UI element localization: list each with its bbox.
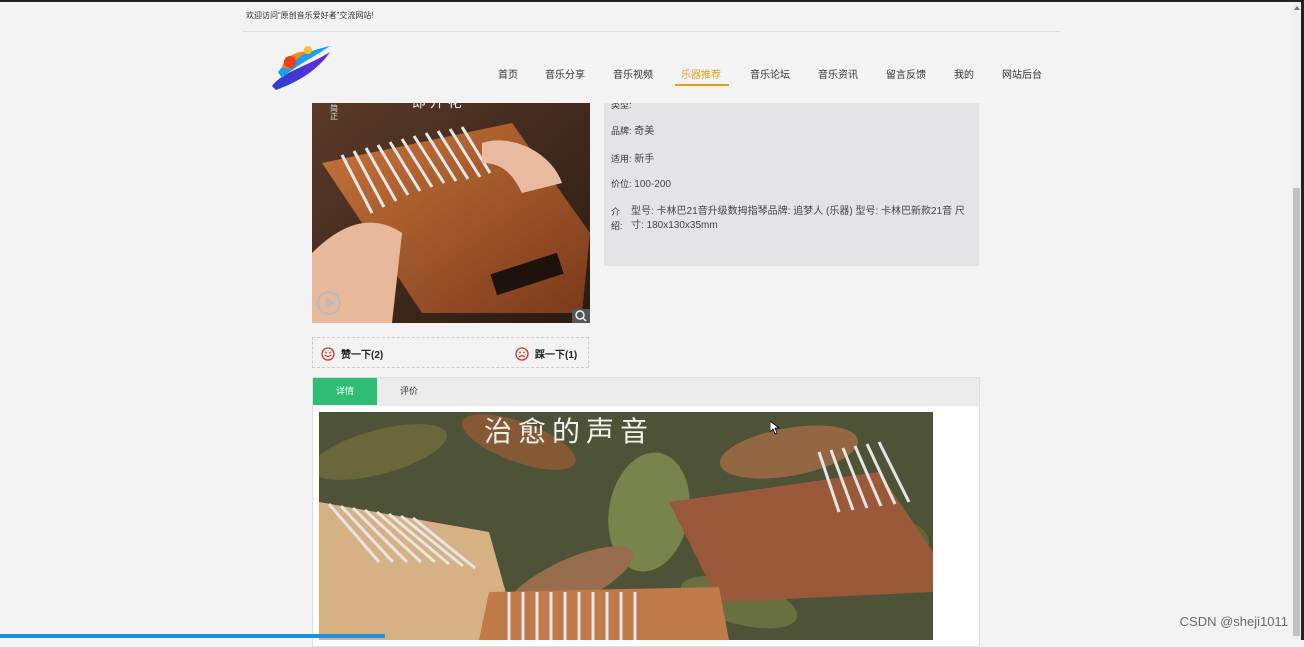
dislike-button[interactable]: 踩一下(1) [515, 346, 577, 361]
page-load-progress [0, 634, 385, 638]
window-top-border [0, 0, 1304, 2]
info-row-brand: 品牌: 奇美 [611, 126, 655, 137]
svg-text:正: 正 [330, 112, 338, 121]
sad-face-icon [515, 346, 529, 361]
nav-item-mine[interactable]: 我的 [954, 66, 974, 81]
detail-banner-title: 治愈的声音 [484, 415, 655, 448]
kalimba-photo-icon: 简 正 即 开 花 [312, 103, 590, 323]
cursor-arrow-icon [769, 420, 781, 435]
nav-item-music-share[interactable]: 音乐分享 [545, 66, 585, 81]
nav-active-underline [675, 84, 729, 86]
nav-item-music-video[interactable]: 音乐视频 [613, 66, 653, 81]
scroll-up-arrow-icon[interactable] [1294, 6, 1300, 10]
nav-item-admin[interactable]: 网站后台 [1002, 66, 1042, 81]
header-divider [242, 31, 1060, 32]
tab-details[interactable]: 详情 [313, 378, 377, 405]
mouse-cursor [769, 420, 781, 440]
magnify-icon [575, 310, 587, 322]
nav-item-home[interactable]: 首页 [498, 66, 518, 81]
smile-icon [321, 346, 335, 361]
info-row-suitable: 适用: 新手 [611, 154, 655, 165]
zoom-button[interactable] [572, 309, 590, 323]
main-nav: 首页 音乐分享 音乐视频 乐器推荐 音乐论坛 音乐资讯 留言反馈 我的 网站后台 [0, 66, 1304, 88]
product-image[interactable]: 简 正 即 开 花 [312, 103, 590, 323]
nav-item-music-news[interactable]: 音乐资讯 [818, 66, 858, 81]
csdn-watermark: CSDN @sheji1011 [1179, 614, 1288, 629]
info-row-intro: 介绍: 型号: 卡林巴21音升级数拇指琴品牌: 追梦人 (乐器) 型号: 卡林巴… [611, 206, 965, 231]
vote-box: 赞一下(2) 踩一下(1) [312, 337, 589, 368]
tab-reviews[interactable]: 评价 [383, 378, 435, 405]
page-scrollbar[interactable] [1292, 2, 1301, 640]
nav-item-feedback[interactable]: 留言反馈 [886, 66, 926, 81]
nav-item-music-forum[interactable]: 音乐论坛 [750, 66, 790, 81]
welcome-text: 欢迎访问“原创音乐爱好者”交流网站! [246, 11, 374, 20]
svg-text:即 开 花: 即 开 花 [412, 103, 462, 110]
like-button[interactable]: 赞一下(2) [321, 346, 383, 361]
info-row-clipped: 类型: [611, 103, 632, 110]
tabs-bar: 详情 评价 [313, 378, 979, 406]
nav-item-instrument-recommend[interactable]: 乐器推荐 [681, 66, 721, 81]
product-info-panel: 类型: 品牌: 奇美 适用: 新手 价位: 100-200 介绍: 型号: 卡林… [604, 103, 979, 266]
scroll-thumb[interactable] [1293, 188, 1300, 636]
info-row-price: 价位: 100-200 [611, 179, 671, 190]
